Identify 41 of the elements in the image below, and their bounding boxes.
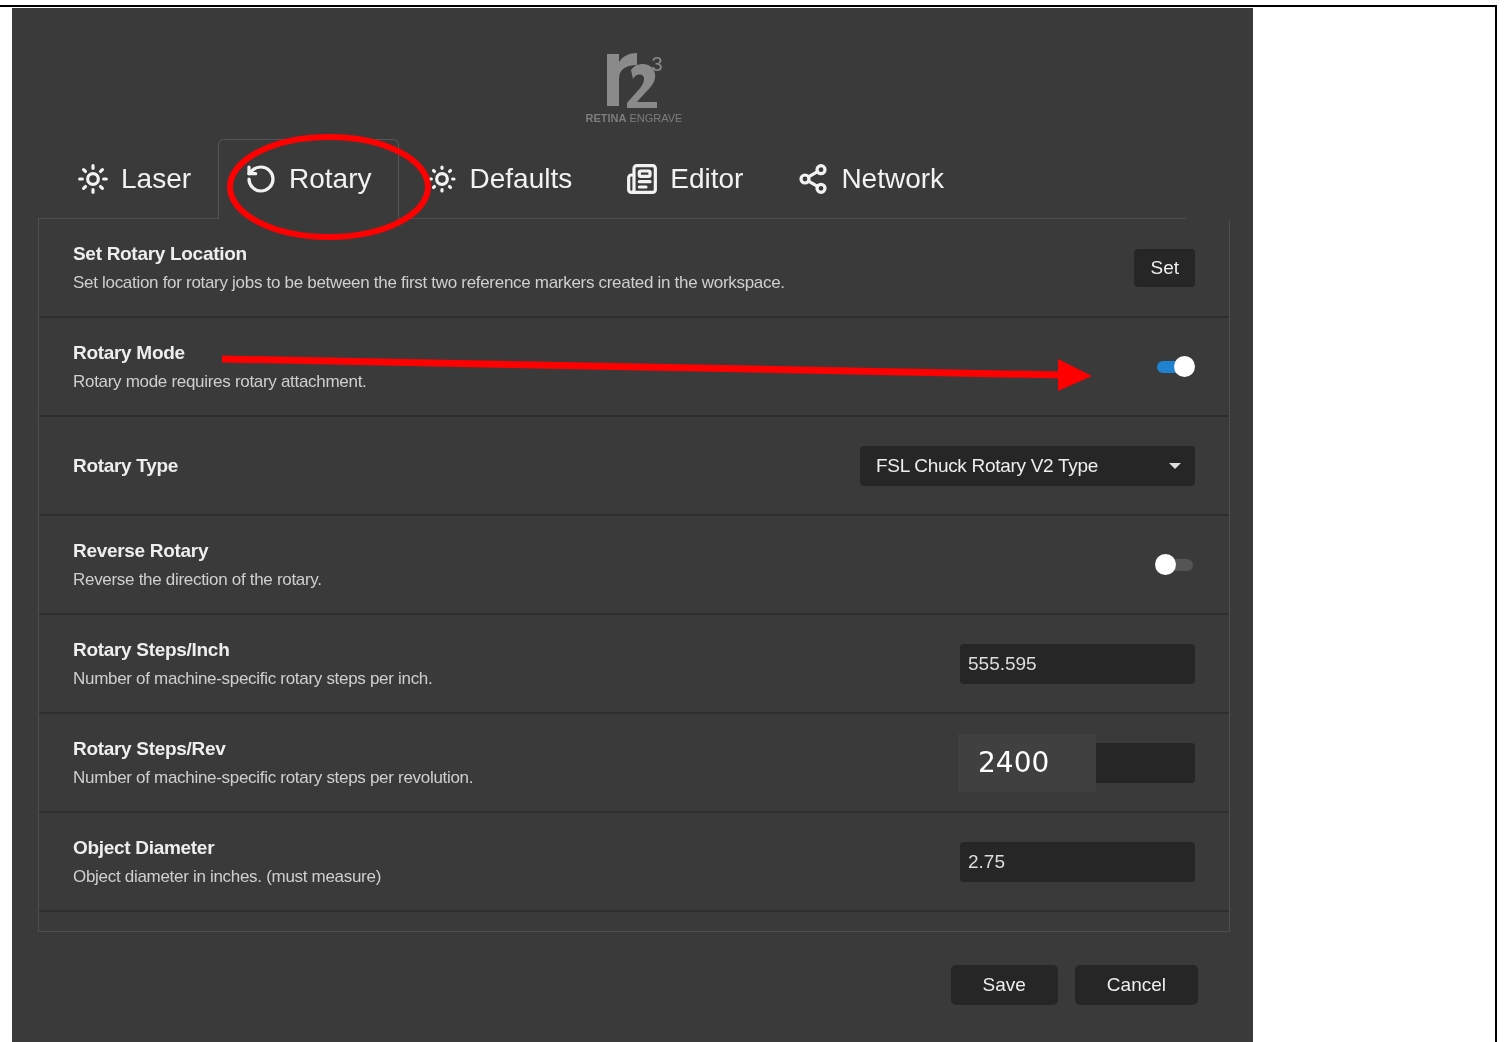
tab-label: Network bbox=[841, 163, 945, 195]
set-button[interactable]: Set bbox=[1134, 248, 1195, 287]
setting-title: Rotary Mode bbox=[73, 341, 186, 364]
input-field[interactable]: 555.595 bbox=[960, 643, 1195, 684]
dropdown[interactable]: FSL Chuck Rotary V2 Type bbox=[860, 445, 1195, 486]
tab-label: Laser bbox=[121, 163, 192, 195]
setting-title: Reverse Rotary bbox=[73, 539, 210, 562]
setting-description: Object diameter in inches. (must measure) bbox=[73, 866, 381, 887]
value-patch[interactable]: 2400 bbox=[958, 733, 1096, 792]
brand-name: RETINA bbox=[585, 112, 627, 124]
caret-icon bbox=[1169, 462, 1181, 469]
cancel-button[interactable]: Cancel bbox=[1074, 965, 1198, 1005]
input-field[interactable] bbox=[1096, 742, 1195, 783]
tab[interactable]: Network bbox=[770, 139, 972, 219]
setting-description: Number of machine-specific rotary steps per revolution. bbox=[73, 767, 474, 788]
sun-icon bbox=[77, 163, 109, 195]
tab-label: Rotary bbox=[289, 163, 372, 195]
tab-label: Editor bbox=[670, 163, 744, 195]
newspaper-icon bbox=[626, 163, 659, 195]
setting-description: Reverse the direction of the rotary. bbox=[73, 569, 322, 590]
toggle-switch[interactable] bbox=[1155, 355, 1195, 378]
tab[interactable]: Rotary bbox=[218, 139, 399, 219]
setting-title: Rotary Steps/Rev bbox=[73, 737, 227, 760]
toggle-switch[interactable] bbox=[1155, 553, 1195, 576]
tab[interactable]: Editor bbox=[599, 139, 771, 219]
setting-title: Rotary Steps/Inch bbox=[73, 638, 231, 661]
tab-label: Defaults bbox=[469, 163, 573, 195]
setting-description: Number of machine-specific rotary steps per inch. bbox=[73, 668, 433, 689]
tab[interactable]: Laser bbox=[50, 139, 219, 219]
save-button[interactable]: Save bbox=[950, 965, 1058, 1005]
input-field[interactable]: 2.75 bbox=[960, 841, 1195, 882]
setting-title: Rotary Type bbox=[73, 454, 179, 477]
setting-description: Rotary mode requires rotary attachment. bbox=[73, 371, 367, 392]
setting-title: Object Diameter bbox=[73, 836, 216, 859]
tab[interactable]: Defaults bbox=[398, 139, 600, 219]
logo-superscript: 3 bbox=[651, 54, 663, 74]
rotate-icon bbox=[245, 163, 278, 195]
share-icon bbox=[797, 163, 830, 195]
setting-description: Set location for rotary jobs to be between the first two reference markers created in the workspace. bbox=[73, 272, 785, 293]
setting-title: Set Rotary Location bbox=[73, 242, 248, 265]
brand-name: ENGRAVE bbox=[629, 112, 683, 124]
